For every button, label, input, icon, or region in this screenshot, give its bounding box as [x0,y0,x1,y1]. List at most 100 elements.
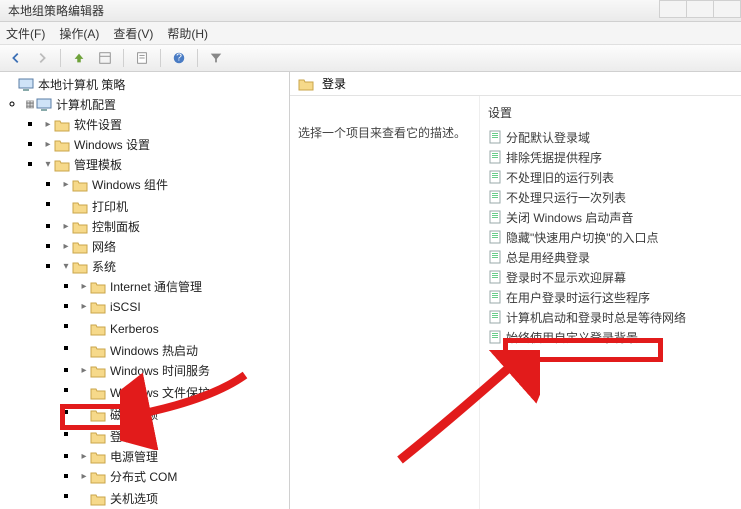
showhide-button[interactable] [95,48,115,68]
tree-windows-fileprot[interactable]: Windows 文件保护 [78,384,289,402]
help-button[interactable]: ? [169,48,189,68]
toolbar-separator [123,49,124,67]
setting-item[interactable]: 不处理只运行一次列表 [480,187,741,207]
maximize-button[interactable] [686,0,714,18]
tree-iscsi[interactable]: ▸ iSCSI [78,298,289,316]
expander-icon[interactable]: ▸ [60,218,72,236]
close-button[interactable] [713,0,741,18]
setting-item[interactable]: 分配默认登录域 [480,127,741,147]
tree-internet-comm[interactable]: ▸Internet 通信管理 [78,278,289,296]
setting-label: 不处理旧的运行列表 [506,169,614,186]
setting-item[interactable]: 排除凭据提供程序 [480,147,741,167]
folder-icon [90,470,106,484]
expander-icon[interactable]: ▸ [78,448,90,466]
policy-icon [488,150,502,164]
svg-text:?: ? [176,52,182,64]
content-header: 登录 [290,72,741,96]
workspace: 本地计算机 策略 ▦ 计算机配置 ▸软件设置 ▸ Windows 设置 [0,72,741,509]
tree-label: 网络 [92,238,116,256]
expander-icon[interactable]: ▸ [78,362,90,380]
tree-computer-config[interactable]: ▦ 计算机配置 [24,96,289,114]
tree-label: iSCSI [110,298,141,316]
tree-pane: 本地计算机 策略 ▦ 计算机配置 ▸软件设置 ▸ Windows 设置 [0,72,290,509]
setting-item[interactable]: 始终使用自定义登录背景 [480,327,741,347]
settings-list: 分配默认登录域排除凭据提供程序不处理旧的运行列表不处理只运行一次列表关闭 Win… [480,127,741,347]
forward-button[interactable] [32,48,52,68]
folder-icon [90,364,106,378]
folder-icon [72,220,88,234]
setting-item[interactable]: 关闭 Windows 启动声音 [480,207,741,227]
tree-windows-components[interactable]: ▸ Windows 组件 [60,176,289,194]
folder-icon [90,386,106,400]
expander-icon[interactable]: ▸ [78,468,90,486]
tree-label: 本地计算机 策略 [38,76,125,94]
tree-kerberos[interactable]: Kerberos [78,320,289,338]
expander-icon[interactable]: ▸ [60,176,72,194]
tree-logon[interactable]: 登录 [78,428,289,446]
expander-icon[interactable]: ▾ [42,156,54,174]
tree-label: 打印机 [92,198,128,216]
policy-icon [488,210,502,224]
tree-label: 系统 [92,258,116,276]
folder-icon [54,138,70,152]
expander-icon[interactable]: ▸ [60,238,72,256]
tree-label: 分布式 COM [110,468,177,486]
expander-icon[interactable]: ▸ [78,278,90,296]
tree-control-panel[interactable]: ▸控制面板 [60,218,289,236]
filter-button[interactable] [206,48,226,68]
setting-label: 关闭 Windows 启动声音 [506,209,633,226]
toolbar: ? [0,44,741,72]
tree-windows-settings[interactable]: ▸ Windows 设置 [42,136,289,154]
settings-column: 设置 分配默认登录域排除凭据提供程序不处理旧的运行列表不处理只运行一次列表关闭 … [480,96,741,509]
titlebar: 本地组策略编辑器 [0,0,741,22]
folder-icon [54,118,70,132]
tree-power-mgmt[interactable]: ▸电源管理 [78,448,289,466]
computer-icon [36,98,52,112]
expander-icon[interactable]: ▸ [42,116,54,134]
tree-network[interactable]: ▸ 网络 [60,238,289,256]
tree-label: Windows 组件 [92,176,168,194]
properties-button[interactable] [132,48,152,68]
up-button[interactable] [69,48,89,68]
tree-printers[interactable]: 打印机 [60,198,289,216]
back-button[interactable] [6,48,26,68]
menu-action[interactable]: 操作(A) [59,25,99,42]
setting-item[interactable]: 隐藏"快速用户切换"的入口点 [480,227,741,247]
menu-help[interactable]: 帮助(H) [167,25,208,42]
tree-shutdown-opts[interactable]: 关机选项 [78,490,289,508]
setting-item[interactable]: 总是用经典登录 [480,247,741,267]
menu-file[interactable]: 文件(F) [6,25,45,42]
setting-item[interactable]: 登录时不显示欢迎屏幕 [480,267,741,287]
tree-disk-quota[interactable]: 磁盘配额 [78,406,289,424]
folder-icon [90,450,106,464]
tree-label: Windows 设置 [74,136,150,154]
setting-item[interactable]: 不处理旧的运行列表 [480,167,741,187]
setting-item[interactable]: 计算机启动和登录时总是等待网络 [480,307,741,327]
menu-view[interactable]: 查看(V) [113,25,153,42]
tree-admin-templates[interactable]: ▾ 管理模板 [42,156,289,174]
tree-windows-time[interactable]: ▸ Windows 时间服务 [78,362,289,380]
policy-tree: 本地计算机 策略 ▦ 计算机配置 ▸软件设置 ▸ Windows 设置 [6,76,289,508]
folder-icon [90,300,106,314]
tree-windows-hotstart[interactable]: Windows 热启动 [78,342,289,360]
tree-label: 磁盘配额 [110,406,158,424]
tree-software-settings[interactable]: ▸软件设置 [42,116,289,134]
setting-item[interactable]: 在用户登录时运行这些程序 [480,287,741,307]
tree-label: 管理模板 [74,156,122,174]
tree-dcom[interactable]: ▸ 分布式 COM [78,468,289,486]
expander-icon[interactable]: ▦ [24,96,36,114]
setting-label: 总是用经典登录 [506,249,590,266]
expander-icon[interactable]: ▾ [60,258,72,276]
policy-icon [488,170,502,184]
tree-system[interactable]: ▾ 系统 [60,258,289,276]
expander-icon[interactable]: ▸ [42,136,54,154]
tree-label: 计算机配置 [56,96,116,114]
folder-icon [90,408,106,422]
minimize-button[interactable] [659,0,687,18]
tree-label: Windows 时间服务 [110,362,210,380]
tree-label: 登录 [110,428,134,446]
expander-icon[interactable]: ▸ [78,298,90,316]
folder-icon [90,322,106,336]
policy-icon [488,190,502,204]
tree-root[interactable]: 本地计算机 策略 [6,76,289,94]
